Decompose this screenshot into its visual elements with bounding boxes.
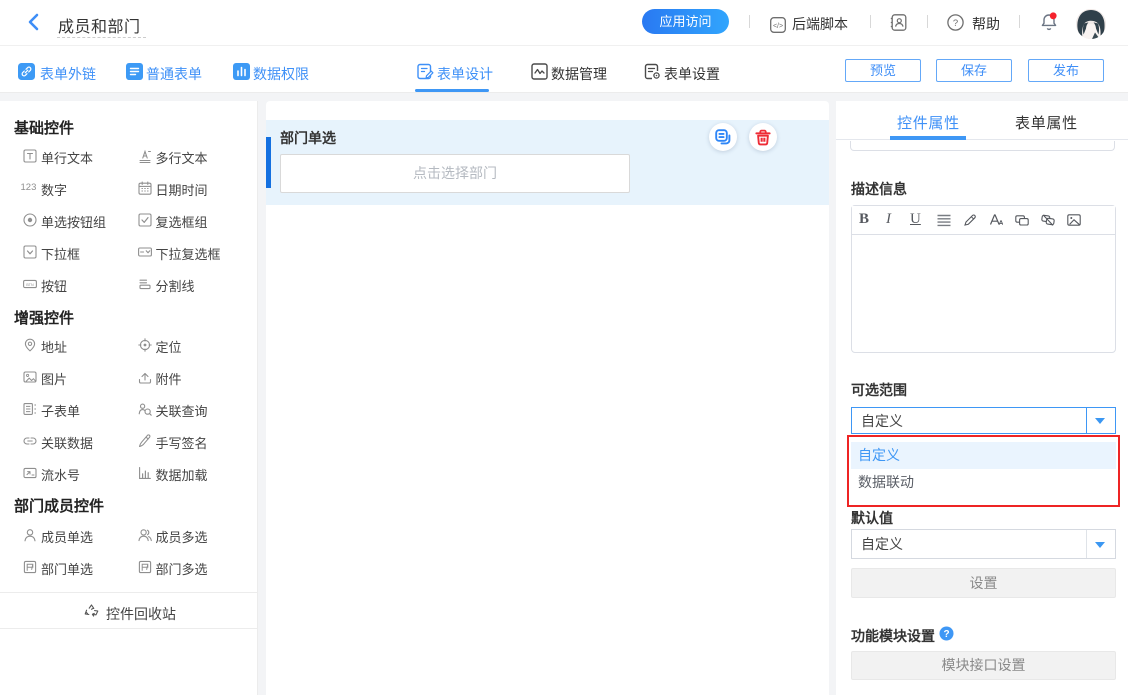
svg-text:?: ? <box>953 18 958 29</box>
svg-text:BTN: BTN <box>26 283 34 287</box>
svg-text:</>: </> <box>773 23 783 30</box>
svg-text:?: ? <box>943 629 949 640</box>
